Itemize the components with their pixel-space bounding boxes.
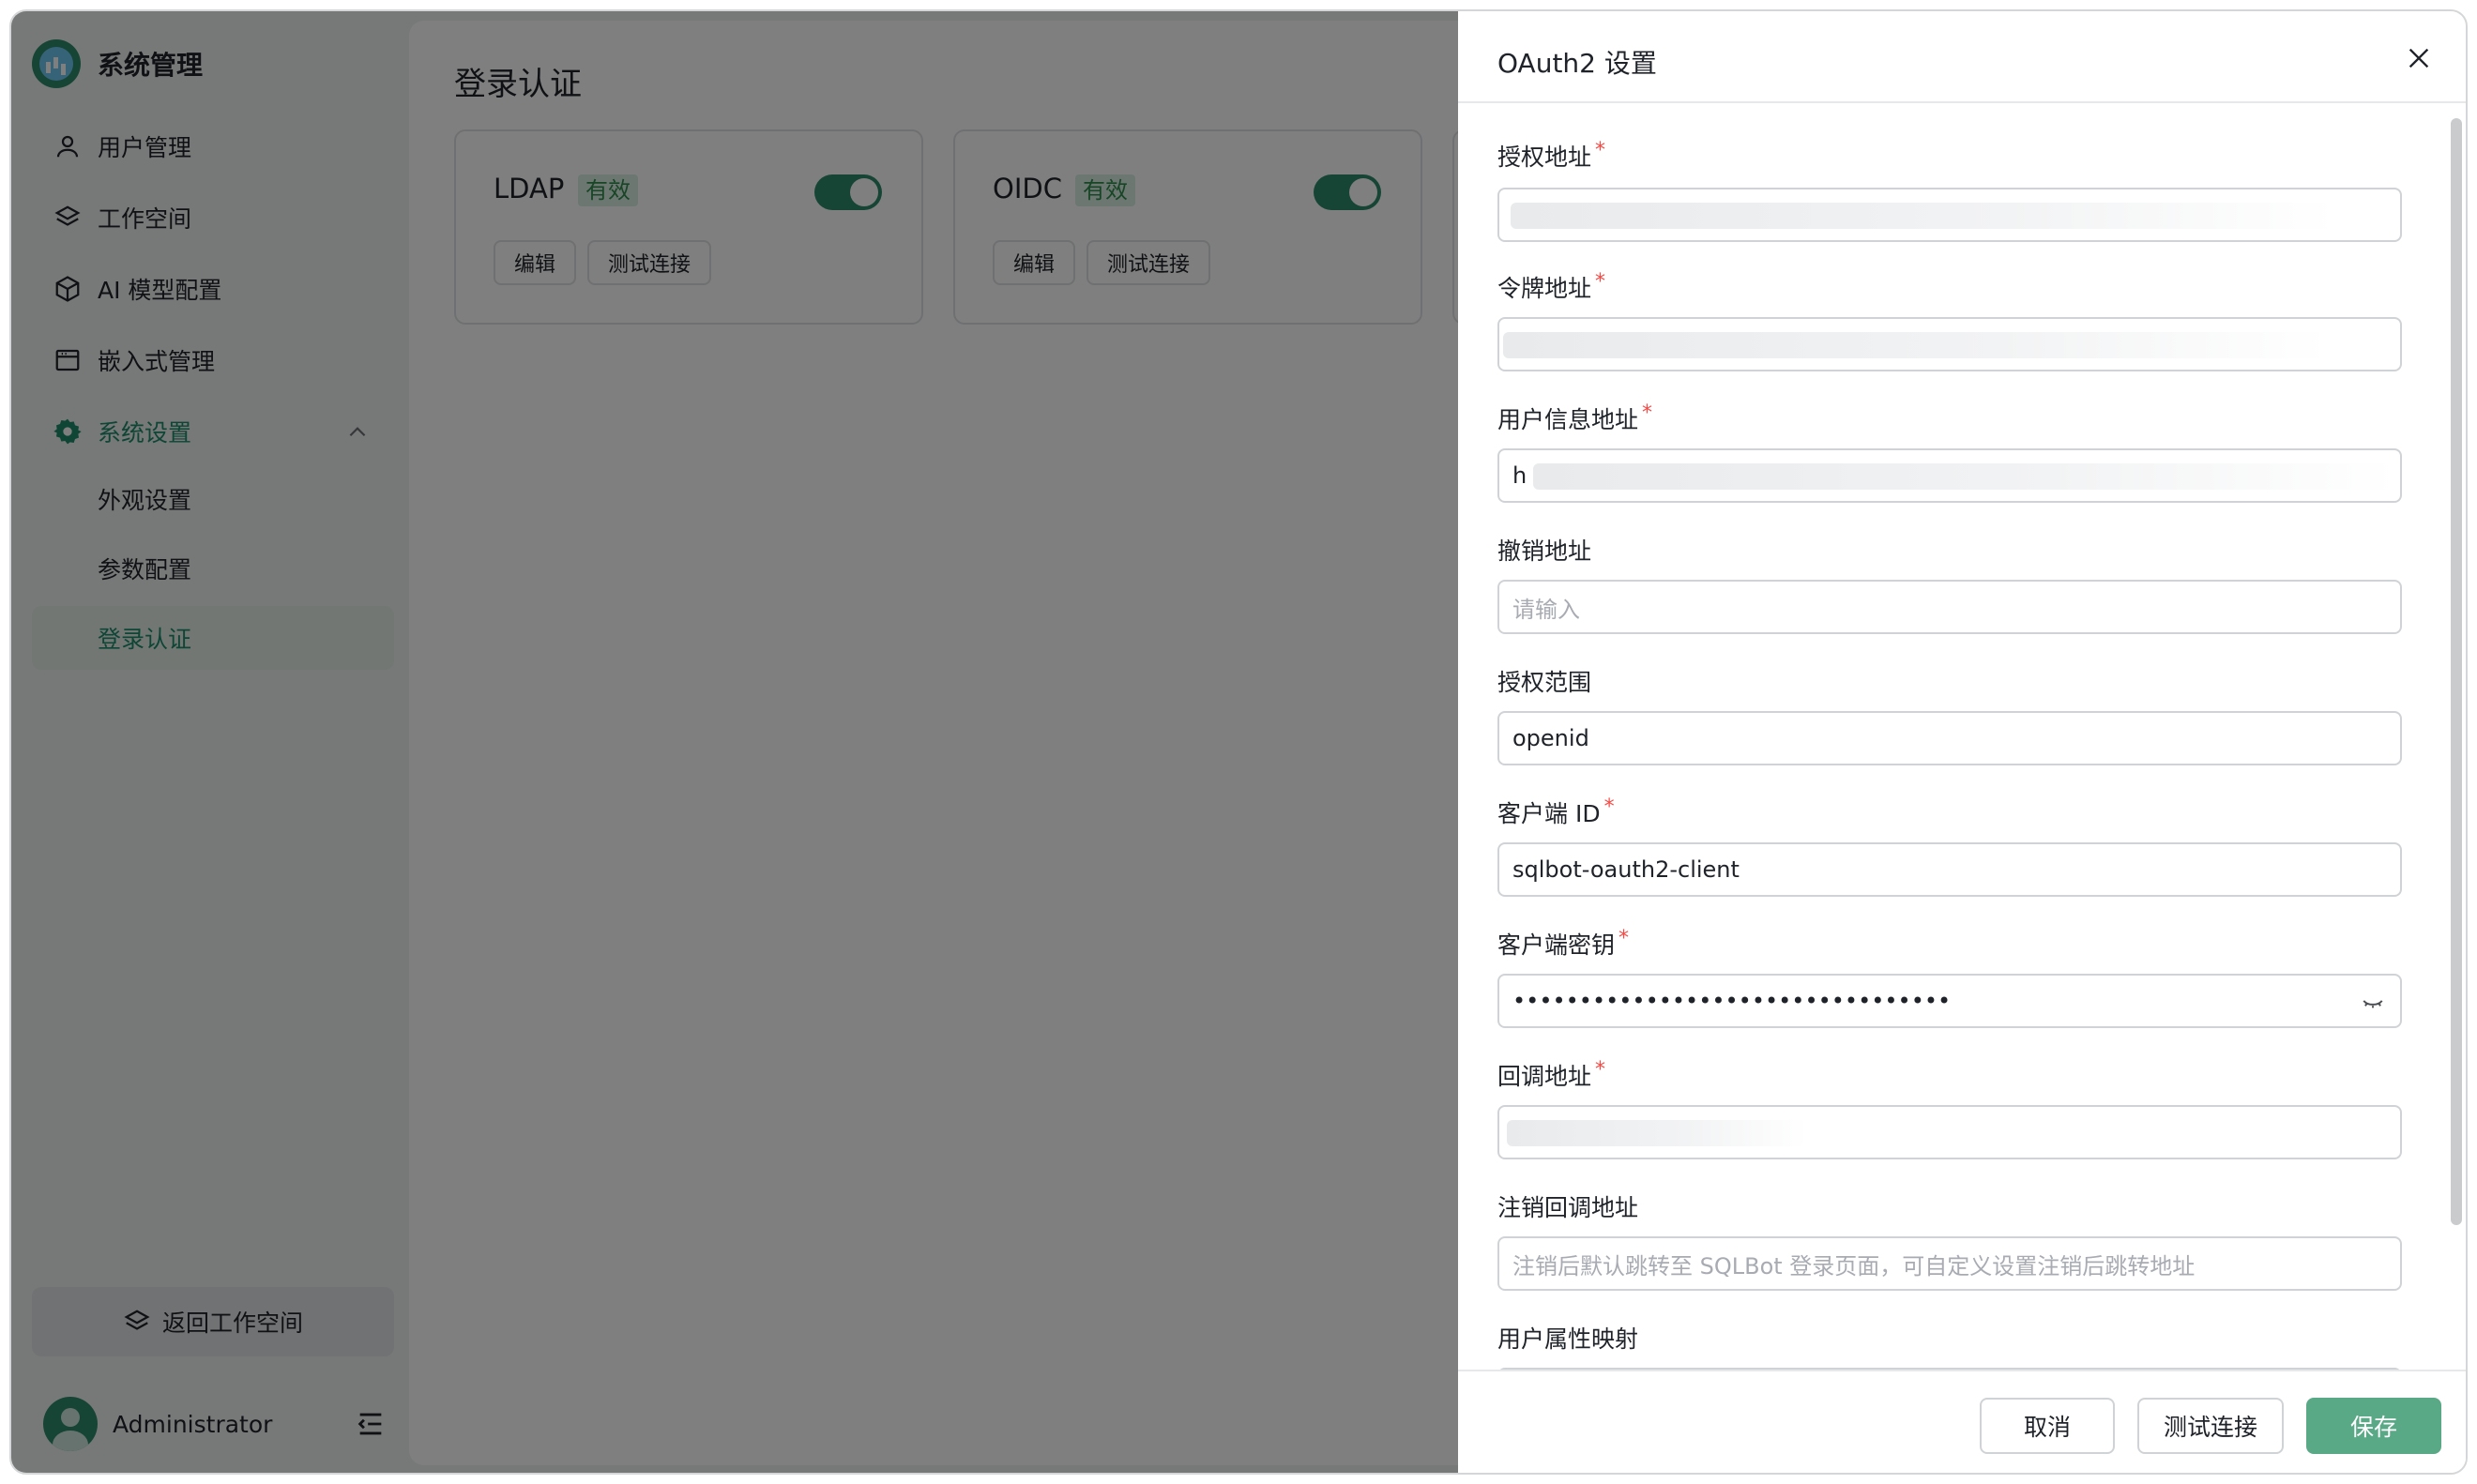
client-id-label: 客户端 ID * — [1497, 795, 1615, 829]
client-secret-label: 客户端密钥 * — [1497, 927, 1629, 961]
client-id-input[interactable]: sqlbot-oauth2-client — [1497, 842, 2402, 897]
auth-url-input[interactable] — [1497, 188, 2402, 242]
required-mark: * — [1595, 270, 1606, 294]
redirect-url-label: 回调地址 * — [1497, 1058, 1605, 1092]
revoke-url-input[interactable]: 请输入 — [1497, 580, 2402, 634]
redacted-text — [1511, 203, 2336, 229]
label-text: 客户端密钥 — [1497, 931, 1616, 959]
input-value: ••••••••••••••••••••••••••••••••• — [1512, 988, 1952, 1014]
drawer-body: 授权地址* 令牌地址* 用户信息地址* h 撤销地址 请输入 授权范围 o — [1458, 105, 2466, 1381]
auth-url-label: 授权地址 * — [1497, 139, 1605, 173]
logout-redirect-url-input[interactable]: 注销后默认跳转至 SQLBot 登录页面，可自定义设置注销后跳转地址 — [1497, 1236, 2402, 1291]
token-url-input[interactable] — [1497, 317, 2402, 371]
revoke-url-label: 撤销地址 — [1497, 538, 1592, 565]
userinfo-url-input[interactable]: h — [1497, 448, 2402, 503]
redacted-text — [1507, 1120, 1807, 1146]
close-icon[interactable] — [2404, 43, 2434, 73]
modal-overlay[interactable] — [11, 11, 1467, 1473]
label-text: 回调地址 — [1497, 1063, 1592, 1090]
cancel-button[interactable]: 取消 — [1980, 1398, 2115, 1454]
label-text: 授权地址 — [1497, 144, 1592, 171]
drawer-header: OAuth2 设置 — [1458, 11, 2466, 103]
eye-closed-icon[interactable] — [2361, 991, 2385, 1021]
redacted-text — [1503, 332, 2329, 358]
token-url-label: 令牌地址 * — [1497, 270, 1605, 304]
label-text: 令牌地址 — [1497, 275, 1592, 302]
oauth2-settings-drawer: OAuth2 设置 授权地址 * 令牌地址 * 用户信息地址 * h 撤销地址 … — [1458, 11, 2466, 1473]
required-mark: * — [1618, 927, 1630, 950]
test-connection-button[interactable]: 测试连接 — [2137, 1398, 2284, 1454]
user-attr-mapping-label: 用户属性映射 — [1497, 1325, 1639, 1353]
save-button[interactable]: 保存 — [2306, 1398, 2441, 1454]
logout-redirect-url-label: 注销回调地址 — [1497, 1194, 1639, 1221]
required-mark: * — [1595, 1058, 1606, 1082]
app-window: 系统管理 用户管理 工作空间 AI 模型配置 嵌入式管理 — [9, 9, 2468, 1475]
redacted-text — [1533, 463, 2396, 490]
drawer-title: OAuth2 设置 — [1497, 48, 1657, 79]
drawer-footer: 取消 测试连接 保存 — [1458, 1370, 2466, 1473]
drawer-scrollbar[interactable] — [2451, 118, 2462, 1225]
label-text: 用户信息地址 — [1497, 406, 1639, 433]
required-mark: * — [1595, 139, 1606, 162]
scope-input[interactable]: openid — [1497, 711, 2402, 765]
input-value: h — [1512, 462, 1527, 489]
redirect-url-input[interactable] — [1497, 1105, 2402, 1159]
userinfo-url-label: 用户信息地址 * — [1497, 401, 1652, 435]
scope-label: 授权范围 — [1497, 669, 1592, 696]
required-mark: * — [1642, 401, 1653, 425]
label-text: 客户端 ID — [1497, 800, 1601, 827]
required-mark: * — [1603, 795, 1615, 819]
client-secret-input[interactable]: ••••••••••••••••••••••••••••••••• — [1497, 974, 2402, 1028]
